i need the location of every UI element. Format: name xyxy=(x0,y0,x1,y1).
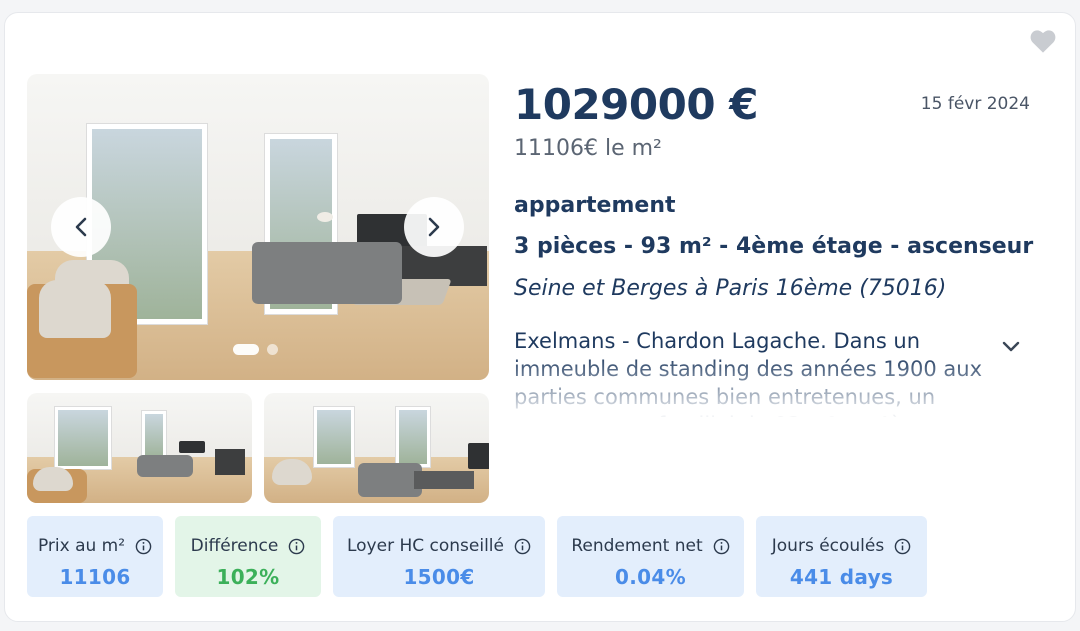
property-description: Exelmans - Chardon Lagache. Dans un imme… xyxy=(514,329,983,417)
info-icon[interactable] xyxy=(288,538,305,555)
heart-icon[interactable] xyxy=(1029,28,1057,54)
gallery-pagination xyxy=(233,344,278,355)
thumb-chair xyxy=(272,459,312,485)
sofa xyxy=(252,242,402,304)
thumb-window xyxy=(396,407,430,467)
metric-label: Prix au m² xyxy=(37,536,126,556)
property-features: 3 pièces - 93 m² - 4ème étage - ascenseu… xyxy=(514,234,1034,259)
metric-value: 441 days xyxy=(789,565,894,589)
metric-value: 0.04% xyxy=(615,565,686,589)
thumb-sofa xyxy=(137,455,193,477)
floor-lamp xyxy=(317,212,333,222)
chevron-down-icon[interactable] xyxy=(1000,335,1022,357)
armchair-cushion xyxy=(39,280,111,338)
chevron-right-icon xyxy=(428,217,440,237)
thumb-chair-cushion xyxy=(33,467,73,491)
pagination-dot-active[interactable] xyxy=(233,344,259,355)
gallery-prev-button[interactable] xyxy=(51,197,111,257)
thumb-window xyxy=(55,407,111,469)
thumb-wall xyxy=(264,393,489,462)
metric-loyer: Loyer HC conseillé 1500€ xyxy=(333,516,545,597)
metric-value: 1500€ xyxy=(403,565,475,589)
metric-header: Loyer HC conseillé xyxy=(347,536,531,556)
metric-header: Jours écoulés xyxy=(772,536,911,556)
metric-header: Rendement net xyxy=(571,536,729,556)
metric-label: Loyer HC conseillé xyxy=(346,536,504,556)
thumb-coffee-table xyxy=(414,471,474,489)
thumb-sofa xyxy=(358,463,422,497)
thumb-tv xyxy=(468,443,489,469)
pagination-dot[interactable] xyxy=(267,344,278,355)
thumb-window xyxy=(142,411,166,461)
metric-header: Différence xyxy=(191,536,306,556)
thumbnail-1[interactable] xyxy=(27,393,252,503)
thumb-tv xyxy=(179,441,205,453)
metric-label: Différence xyxy=(190,536,279,556)
thumbnail-2[interactable] xyxy=(264,393,489,503)
info-icon[interactable] xyxy=(514,538,531,555)
metric-label: Rendement net xyxy=(571,536,703,556)
property-type: appartement xyxy=(514,193,676,218)
metric-difference: Différence 102% xyxy=(175,516,321,597)
info-icon[interactable] xyxy=(713,538,730,555)
metric-label: Jours écoulés xyxy=(771,536,885,556)
chevron-left-icon xyxy=(75,217,87,237)
metric-header: Prix au m² xyxy=(38,536,152,556)
metric-rendement: Rendement net 0.04% xyxy=(557,516,744,597)
gallery-next-button[interactable] xyxy=(404,197,464,257)
metric-jours: Jours écoulés 441 days xyxy=(756,516,927,597)
listing-date: 15 févr 2024 xyxy=(920,94,1030,114)
info-icon[interactable] xyxy=(894,538,911,555)
metric-prix-m2: Prix au m² 11106 xyxy=(27,516,163,597)
thumb-window xyxy=(314,407,354,467)
thumb-cabinet xyxy=(215,449,245,475)
metric-value: 102% xyxy=(216,565,280,589)
metric-value: 11106 xyxy=(59,565,131,589)
property-location: Seine et Berges à Paris 16ème (75016) xyxy=(514,276,947,301)
price-per-m2: 11106€ le m² xyxy=(514,136,662,161)
listing-price: 1029000 € xyxy=(514,80,758,129)
info-icon[interactable] xyxy=(135,538,152,555)
